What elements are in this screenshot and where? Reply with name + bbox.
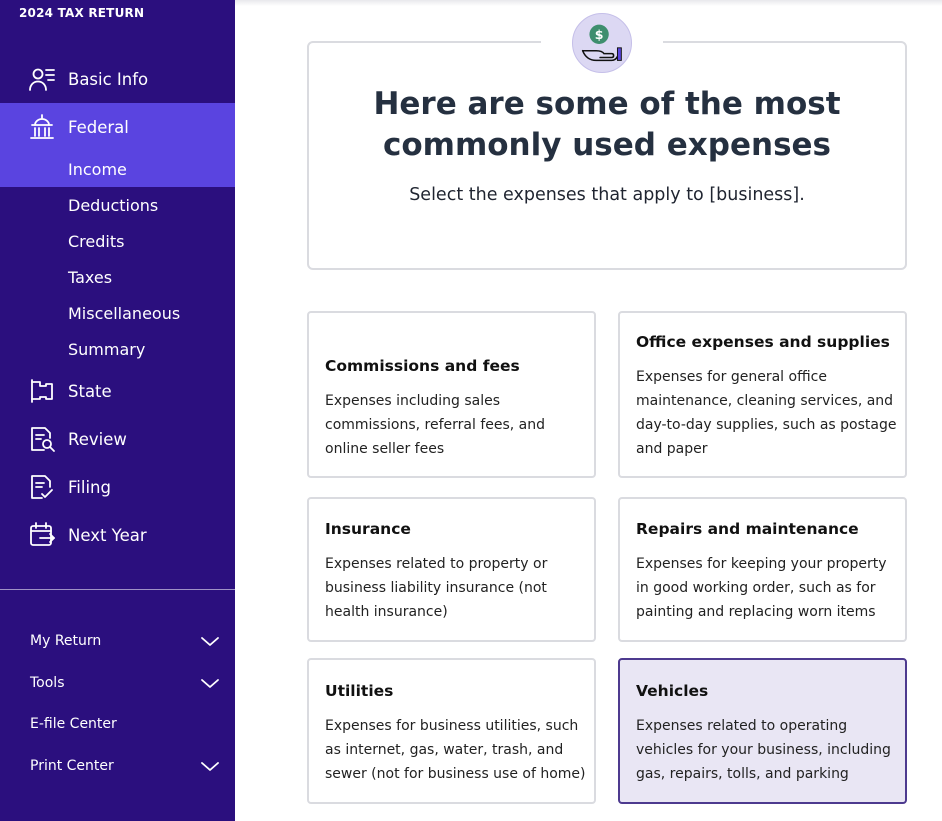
nav-filing-label: Filing	[68, 477, 111, 497]
person-list-icon	[29, 68, 55, 91]
subnav-deductions-label: Deductions	[68, 195, 159, 215]
subnav-summary-label: Summary	[68, 339, 146, 359]
nav-federal-label: Federal	[68, 117, 129, 137]
util-tools-label: Tools	[30, 675, 65, 691]
expense-card-repairs[interactable]: Repairs and maintenance Expenses for kee…	[618, 497, 907, 642]
subnav-miscellaneous-label: Miscellaneous	[68, 303, 181, 323]
util-print-center[interactable]: Print Center	[0, 748, 235, 784]
nav-state[interactable]: State	[0, 367, 235, 415]
page-subtitle: Select the expenses that apply to [busin…	[409, 185, 805, 205]
money-hand-icon-svg: $	[581, 24, 622, 62]
card-description: Expenses related to operating vehicles f…	[636, 718, 891, 782]
page-title-line2: commonly used expenses	[382, 127, 832, 163]
card-title: Insurance	[325, 520, 411, 538]
subnav-miscellaneous[interactable]: Miscellaneous	[0, 295, 235, 331]
util-print-center-label: Print Center	[30, 758, 114, 774]
nav-federal[interactable]: Federal	[0, 103, 235, 151]
page-title: Here are some of the most commonly used …	[307, 84, 907, 166]
expense-card-commissions[interactable]: Commissions and fees Expenses including …	[307, 311, 596, 478]
card-description: Expenses for general office maintenance,…	[636, 369, 897, 457]
nav-state-label: State	[68, 381, 112, 401]
chevron-down-icon	[201, 679, 219, 688]
subnav-deductions[interactable]: Deductions	[0, 187, 235, 223]
subnav-credits[interactable]: Credits	[0, 223, 235, 259]
nav-basic-info-label: Basic Info	[68, 69, 149, 89]
header-shadow	[235, 0, 942, 6]
capitol-building-icon	[30, 114, 54, 139]
page-title-line1: Here are some of the most	[373, 86, 841, 122]
nav-basic-info[interactable]: Basic Info	[0, 55, 235, 103]
card-description: Expenses for business utilities, such as…	[325, 718, 586, 782]
card-title: Vehicles	[636, 682, 709, 700]
util-efile-center-label: E-file Center	[30, 716, 117, 732]
document-check-icon	[31, 475, 53, 499]
card-description: Expenses for keeping your property in go…	[636, 556, 887, 620]
subnav-taxes[interactable]: Taxes	[0, 259, 235, 295]
util-efile-center[interactable]: E-file Center	[0, 706, 235, 742]
expense-card-vehicles[interactable]: Vehicles Expenses related to operating v…	[618, 658, 907, 804]
svg-text:$: $	[595, 27, 604, 42]
expense-card-office[interactable]: Office expenses and supplies Expenses fo…	[618, 311, 907, 478]
subnav-taxes-label: Taxes	[68, 267, 113, 287]
card-description: Expenses including sales commissions, re…	[325, 393, 546, 457]
expense-card-utilities[interactable]: Utilities Expenses for business utilitie…	[307, 658, 596, 804]
card-title: Utilities	[325, 682, 394, 700]
card-title: Repairs and maintenance	[636, 520, 859, 538]
chevron-down-icon	[201, 762, 219, 771]
nav-review-label: Review	[68, 429, 127, 449]
money-hand-icon: $	[572, 13, 632, 73]
nav-filing[interactable]: Filing	[0, 463, 235, 511]
subnav-income-label: Income	[68, 159, 127, 179]
subnav-credits-label: Credits	[68, 231, 125, 251]
nav-next-year[interactable]: Next Year	[0, 511, 235, 559]
card-description: Expenses related to property or business…	[325, 556, 548, 620]
document-search-icon	[31, 427, 55, 452]
subnav-summary[interactable]: Summary	[0, 331, 235, 367]
nav-review[interactable]: Review	[0, 415, 235, 463]
util-my-return[interactable]: My Return	[0, 623, 235, 659]
subnav-income[interactable]: Income	[0, 151, 235, 187]
nav-next-year-label: Next Year	[68, 525, 147, 545]
calendar-arrow-icon	[30, 522, 55, 546]
app-title: 2024 TAX RETURN	[19, 6, 145, 20]
expense-card-insurance[interactable]: Insurance Expenses related to property o…	[307, 497, 596, 642]
state-flag-icon	[31, 379, 53, 403]
util-my-return-label: My Return	[30, 633, 102, 649]
sidebar-divider	[0, 589, 235, 590]
chevron-down-icon	[201, 637, 219, 646]
sidebar: 2024 TAX RETURN Basic Info Federal Incom…	[0, 0, 235, 821]
util-tools[interactable]: Tools	[0, 665, 235, 701]
card-title: Commissions and fees	[325, 357, 520, 375]
card-title: Office expenses and supplies	[636, 333, 890, 351]
